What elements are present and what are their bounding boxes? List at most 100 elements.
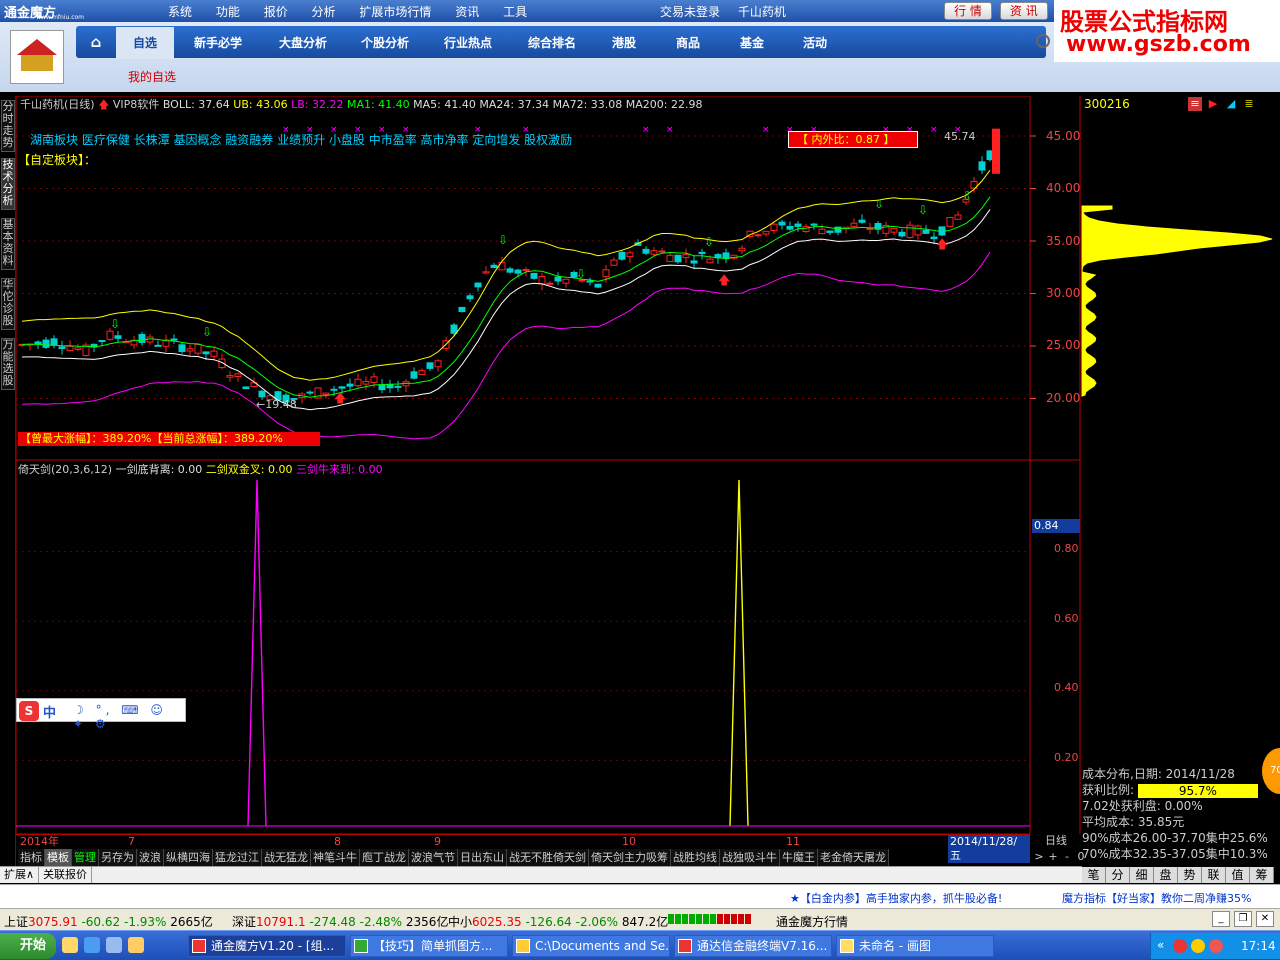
tab-ranking[interactable]: 综合排名 xyxy=(510,27,594,59)
indicator-tab[interactable]: 战独吸斗牛 xyxy=(720,849,780,866)
sogou-icon[interactable]: S xyxy=(19,701,39,721)
indicator-tab[interactable]: 日出东山 xyxy=(458,849,507,866)
menu-ext-market[interactable]: 扩展市场行情 xyxy=(359,3,431,20)
menu-news[interactable]: 资讯 xyxy=(455,3,479,20)
candle-body xyxy=(530,272,538,279)
zoom-in-icon[interactable]: + xyxy=(1046,850,1060,863)
menu-quote[interactable]: 报价 xyxy=(264,3,288,20)
tab-diagnosis[interactable]: 华佗诊股 xyxy=(1,278,15,330)
sh-index[interactable]: 上证3075.91 -60.62 -1.93% 2665亿 xyxy=(4,913,213,930)
indicator-tab[interactable]: 猛龙过江 xyxy=(213,849,262,866)
ime-mode[interactable]: 中 xyxy=(43,702,56,721)
candle-body xyxy=(346,383,354,387)
right-panel-tab[interactable]: 值 xyxy=(1226,867,1250,883)
indicator-tab[interactable]: 牛魔王 xyxy=(780,849,818,866)
indicator-tab[interactable]: 波浪气节 xyxy=(409,849,458,866)
taskbar-item-folder[interactable]: C:\Documents and Se... xyxy=(512,935,670,957)
taskbar-item-tips[interactable]: 【技巧】简单抓图方... xyxy=(350,935,508,957)
indicator-tab[interactable]: 战无猛龙 xyxy=(262,849,311,866)
sz-index[interactable]: 深证10791.1 -274.48 -2.48% 2356亿 xyxy=(232,913,448,930)
close-icon[interactable]: ✕ xyxy=(1256,911,1274,927)
zoom-out-icon[interactable]: - xyxy=(1060,850,1074,863)
period-button[interactable]: 日线 xyxy=(1032,834,1080,848)
indicator-tab[interactable]: 倚天剑主力吸筹 xyxy=(589,849,671,866)
taskbar-item-app[interactable]: 通金魔方V1.20 - [组... xyxy=(188,935,346,957)
tab-beginner[interactable]: 新手必学 xyxy=(174,27,262,59)
tab-stock-analysis[interactable]: 个股分析 xyxy=(344,27,426,59)
news-button[interactable]: 资 讯 xyxy=(999,2,1048,20)
indicator-tab[interactable]: 另存为 xyxy=(99,849,137,866)
taskbar-item-paint[interactable]: 未命名 - 画图 xyxy=(836,935,994,957)
related-quote-button[interactable]: 关联报价 xyxy=(39,867,93,883)
tab-intraday[interactable]: 分时走势 xyxy=(1,100,15,152)
right-panel-tab[interactable]: 联 xyxy=(1202,867,1226,883)
tab-technical[interactable]: 技术分析 xyxy=(1,158,15,210)
candle-body xyxy=(698,251,706,255)
indicator-tab[interactable]: 庖丁战龙 xyxy=(360,849,409,866)
right-panel-tab[interactable]: 势 xyxy=(1178,867,1202,883)
taskbar-item-label: C:\Documents and Se... xyxy=(535,939,670,953)
extend-button[interactable]: 扩展∧ xyxy=(0,867,40,883)
tab-industry-hot[interactable]: 行业热点 xyxy=(426,27,510,59)
chip-icon[interactable]: ≣ xyxy=(1242,97,1256,111)
home-icon[interactable]: ⌂ xyxy=(76,26,116,58)
zx-index[interactable]: 中小6025.35 -126.64 -2.06% 847.2亿 xyxy=(448,913,668,930)
login-status[interactable]: 交易未登录 xyxy=(660,5,720,19)
tab-market-analysis[interactable]: 大盘分析 xyxy=(262,27,344,59)
ie-icon[interactable] xyxy=(84,937,100,953)
indicator-tab[interactable]: 纵横四海 xyxy=(164,849,213,866)
indicator-tab[interactable]: 指标 xyxy=(18,849,45,866)
indicator-tab[interactable]: 波浪 xyxy=(137,849,164,866)
refresh-icon[interactable] xyxy=(1036,34,1050,48)
restore-icon[interactable]: ❐ xyxy=(1234,911,1252,927)
right-panel-tabs: 笔分细盘势联值筹 xyxy=(1082,867,1274,883)
news-link-2[interactable]: 魔方指标【好当家】教你二周净赚35% xyxy=(1062,890,1251,906)
candle-body xyxy=(562,278,570,284)
media-icon[interactable] xyxy=(106,937,122,953)
tab-hk-stock[interactable]: 港股 xyxy=(594,27,654,59)
ime-tools-icons[interactable]: ☽ °, ⌨ ☺ ✦ ⚙ xyxy=(73,703,185,731)
indicator-tab[interactable]: 模板 xyxy=(45,849,72,866)
reset-icon[interactable]: 0 xyxy=(1074,850,1088,863)
tab-fundamentals[interactable]: 基本资料 xyxy=(1,218,15,270)
indicator-tab[interactable]: 战无不胜倚天剑 xyxy=(507,849,589,866)
tab-activity[interactable]: 活动 xyxy=(782,27,848,59)
folder-icon[interactable] xyxy=(128,937,144,953)
ime-toolbar[interactable]: S 中 ☽ °, ⌨ ☺ ✦ ⚙ xyxy=(16,698,186,731)
menu-function[interactable]: 功能 xyxy=(216,3,240,20)
tab-watchlist[interactable]: 自选 xyxy=(116,27,174,59)
start-button[interactable]: 开始 xyxy=(0,933,56,959)
list-icon[interactable]: ≡ xyxy=(1188,97,1202,111)
right-panel-tab[interactable]: 分 xyxy=(1106,867,1130,883)
tray-network-icon[interactable] xyxy=(1191,939,1205,953)
tray-expand-icon[interactable]: « xyxy=(1157,938,1164,952)
menu-tools[interactable]: 工具 xyxy=(503,3,527,20)
indicator-tab[interactable]: 老金倚天屠龙 xyxy=(818,849,889,866)
next-icon[interactable]: > xyxy=(1032,850,1046,863)
candle-body xyxy=(426,362,434,369)
arrow-icon[interactable]: ◢ xyxy=(1224,97,1238,111)
right-panel-tab[interactable]: 笔 xyxy=(1082,867,1106,883)
quote-button[interactable]: 行 情 xyxy=(944,2,992,20)
news-link-1[interactable]: ★【白金内参】高手独家内参，抓牛股必备! xyxy=(790,890,1002,906)
menu-analysis[interactable]: 分析 xyxy=(312,3,336,20)
indicator-tab[interactable]: 战胜均线 xyxy=(671,849,720,866)
candle-body xyxy=(154,344,162,347)
tray-security-icon[interactable] xyxy=(1209,939,1223,953)
right-panel-tab[interactable]: 细 xyxy=(1130,867,1154,883)
clock[interactable]: 17:14 xyxy=(1241,939,1276,953)
right-panel-tab[interactable]: 筹 xyxy=(1250,867,1274,883)
flag-icon[interactable]: ▶ xyxy=(1206,97,1220,111)
indicator-tab[interactable]: 神笔斗牛 xyxy=(311,849,360,866)
taskbar-item-tdx[interactable]: 通达信金融终端V7.16... xyxy=(674,935,832,957)
right-panel-tab[interactable]: 盘 xyxy=(1154,867,1178,883)
indicator-tab[interactable]: 管理 xyxy=(72,849,99,866)
subnav-my-watchlist[interactable]: 我的自选 xyxy=(128,68,176,85)
tray-app-icon[interactable] xyxy=(1173,939,1187,953)
tab-commodity[interactable]: 商品 xyxy=(654,27,722,59)
desktop-icon[interactable] xyxy=(62,937,78,953)
tab-fund[interactable]: 基金 xyxy=(722,27,782,59)
tab-stock-picker[interactable]: 万能选股 xyxy=(1,338,15,390)
menu-system[interactable]: 系统 xyxy=(168,3,192,20)
minimize-icon[interactable]: _ xyxy=(1212,911,1230,927)
